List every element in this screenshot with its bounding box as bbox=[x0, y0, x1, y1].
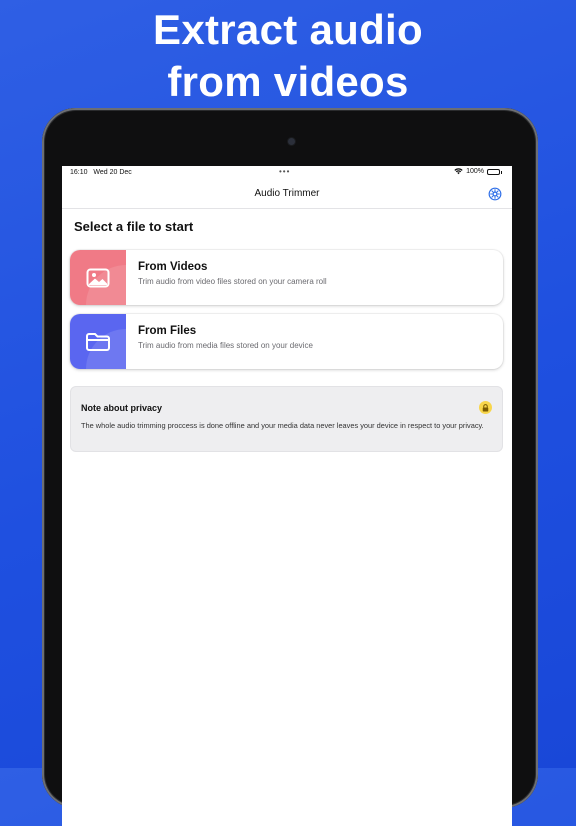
promo-line-2: from videos bbox=[167, 58, 409, 105]
lock-icon bbox=[479, 401, 492, 414]
from-files-subtitle: Trim audio from media files stored on yo… bbox=[138, 341, 313, 350]
photo-icon bbox=[86, 268, 110, 287]
status-time: 16:10 Wed 20 Dec bbox=[70, 169, 132, 176]
status-bar: 16:10 Wed 20 Dec ••• 100% bbox=[62, 166, 512, 182]
from-videos-title: From Videos bbox=[138, 261, 208, 273]
from-files-title: From Files bbox=[138, 325, 197, 337]
app-screen: 16:10 Wed 20 Dec ••• 100% Audio Trimmer bbox=[62, 166, 512, 826]
promo-headline: Extract audio from videos bbox=[0, 4, 576, 108]
multitasking-dots[interactable]: ••• bbox=[279, 167, 290, 176]
camera-dot bbox=[288, 138, 295, 145]
status-right: 100% bbox=[454, 168, 502, 175]
from-videos-card[interactable]: From Videos Trim audio from video files … bbox=[70, 250, 503, 305]
battery-percent: 100% bbox=[466, 168, 484, 175]
folder-icon bbox=[86, 332, 110, 351]
from-files-card[interactable]: From Files Trim audio from media files s… bbox=[70, 314, 503, 369]
section-title: Select a file to start bbox=[74, 219, 194, 234]
from-files-thumb bbox=[70, 314, 126, 369]
privacy-title: Note about privacy bbox=[81, 403, 163, 413]
battery-icon bbox=[487, 168, 502, 175]
nav-title: Audio Trimmer bbox=[254, 188, 320, 199]
from-videos-thumb bbox=[70, 250, 126, 305]
navigation-bar: Audio Trimmer bbox=[62, 182, 512, 209]
promo-line-1: Extract audio bbox=[153, 6, 423, 53]
from-videos-subtitle: Trim audio from video files stored on yo… bbox=[138, 277, 327, 286]
settings-icon[interactable] bbox=[488, 187, 502, 201]
privacy-text: The whole audio trimming proccess is don… bbox=[81, 421, 484, 430]
ipad-frame: 16:10 Wed 20 Dec ••• 100% Audio Trimmer bbox=[42, 108, 538, 826]
privacy-note: Note about privacy The whole audio trimm… bbox=[70, 386, 503, 452]
wifi-icon bbox=[454, 168, 463, 175]
